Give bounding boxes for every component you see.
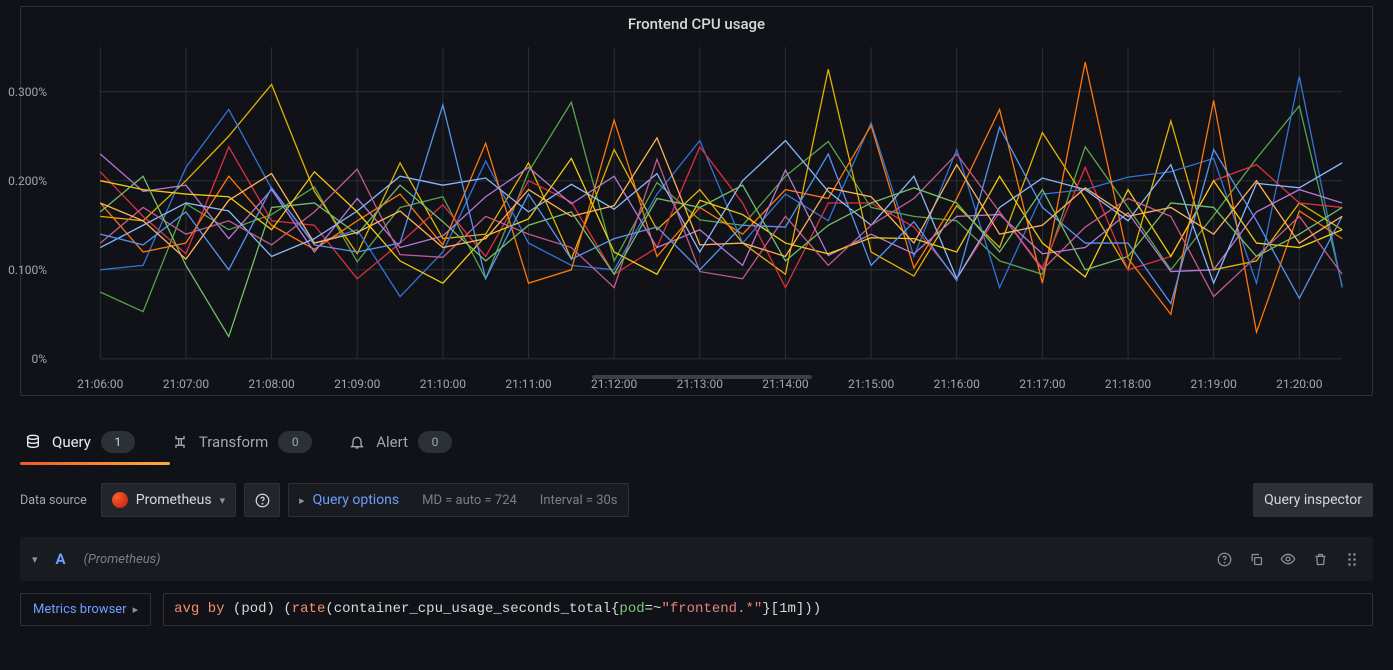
line-chart [51, 41, 1352, 373]
database-icon [24, 433, 42, 451]
promql-input[interactable]: avg by (pod) (rate(container_cpu_usage_s… [163, 593, 1373, 626]
help-icon[interactable] [1215, 550, 1233, 568]
x-tick-label: 21:09:00 [334, 377, 380, 391]
x-tick-label: 21:16:00 [934, 377, 980, 391]
query-row-actions [1215, 550, 1361, 568]
y-tick-label: 0.300% [3, 85, 47, 99]
metrics-browser-label: Metrics browser [33, 602, 127, 617]
query-inspector-button[interactable]: Query inspector [1253, 483, 1373, 517]
x-tick-label: 21:12:00 [591, 377, 637, 391]
chevron-down-icon[interactable]: ▾ [32, 553, 38, 566]
x-tick-label: 21:17:00 [1019, 377, 1065, 391]
y-tick-label: 0.200% [3, 174, 47, 188]
metrics-browser-button[interactable]: Metrics browser ▸ [20, 593, 151, 626]
eye-icon[interactable] [1279, 550, 1297, 568]
chevron-down-icon: ▾ [220, 494, 226, 507]
tab-query-label: Query [52, 433, 91, 451]
query-toolbar: Data source Prometheus ▾ ▸ Query options… [20, 483, 1373, 517]
query-editor: Metrics browser ▸ avg by (pod) (rate(con… [20, 593, 1373, 626]
chart-area[interactable]: 0%0.100%0.200%0.300% 21:06:0021:07:0021:… [51, 41, 1352, 373]
chart-panel: Frontend CPU usage 0%0.100%0.200%0.300% … [20, 6, 1373, 396]
y-tick-label: 0.100% [3, 263, 47, 277]
tab-transform-label: Transform [199, 433, 268, 451]
copy-icon[interactable] [1247, 550, 1265, 568]
query-ref-id: A [56, 550, 66, 568]
drag-handle-icon[interactable] [1343, 550, 1361, 568]
data-source-value: Prometheus [136, 492, 212, 508]
x-tick-label: 21:14:00 [762, 377, 808, 391]
x-tick-label: 21:08:00 [248, 377, 294, 391]
x-tick-label: 21:15:00 [848, 377, 894, 391]
transform-icon [171, 433, 189, 451]
query-options-label: Query options [313, 492, 400, 508]
x-tick-label: 21:19:00 [1191, 377, 1237, 391]
data-source-help-button[interactable] [244, 483, 280, 517]
tab-transform-badge: 0 [278, 431, 312, 453]
x-tick-label: 21:13:00 [677, 377, 723, 391]
x-tick-label: 21:20:00 [1276, 377, 1322, 391]
tab-query-badge: 1 [101, 431, 135, 453]
x-tick-label: 21:06:00 [77, 377, 123, 391]
tab-query[interactable]: Query 1 [20, 422, 139, 462]
data-source-label: Data source [20, 493, 87, 508]
x-tick-label: 21:07:00 [163, 377, 209, 391]
bell-icon [348, 433, 366, 451]
query-datasource-hint: (Prometheus) [84, 552, 161, 567]
tab-alert-label: Alert [376, 433, 408, 451]
chevron-right-icon: ▸ [133, 603, 139, 616]
query-row-a[interactable]: ▾ A (Prometheus) [20, 537, 1373, 581]
y-tick-label: 0% [3, 352, 47, 366]
query-options-interval: Interval = 30s [540, 493, 618, 508]
query-inspector-label: Query inspector [1264, 492, 1362, 508]
chart-scrollbar[interactable] [592, 375, 812, 379]
query-options-md: MD = auto = 724 [422, 493, 517, 508]
active-tab-underline [20, 462, 170, 465]
query-options-toggle[interactable]: ▸ Query options MD = auto = 724 Interval… [288, 483, 628, 517]
x-tick-label: 21:18:00 [1105, 377, 1151, 391]
tab-transform[interactable]: Transform 0 [167, 422, 316, 462]
chevron-right-icon: ▸ [299, 494, 305, 507]
help-icon [253, 491, 271, 509]
data-source-picker[interactable]: Prometheus ▾ [101, 483, 236, 517]
x-tick-label: 21:11:00 [505, 377, 551, 391]
tab-alert[interactable]: Alert 0 [344, 422, 456, 462]
editor-tabs: Query 1 Transform 0 Alert 0 [20, 422, 1373, 463]
tab-alert-badge: 0 [418, 431, 452, 453]
panel-title: Frontend CPU usage [21, 7, 1372, 37]
x-tick-label: 21:10:00 [420, 377, 466, 391]
trash-icon[interactable] [1311, 550, 1329, 568]
prometheus-icon [112, 492, 128, 508]
